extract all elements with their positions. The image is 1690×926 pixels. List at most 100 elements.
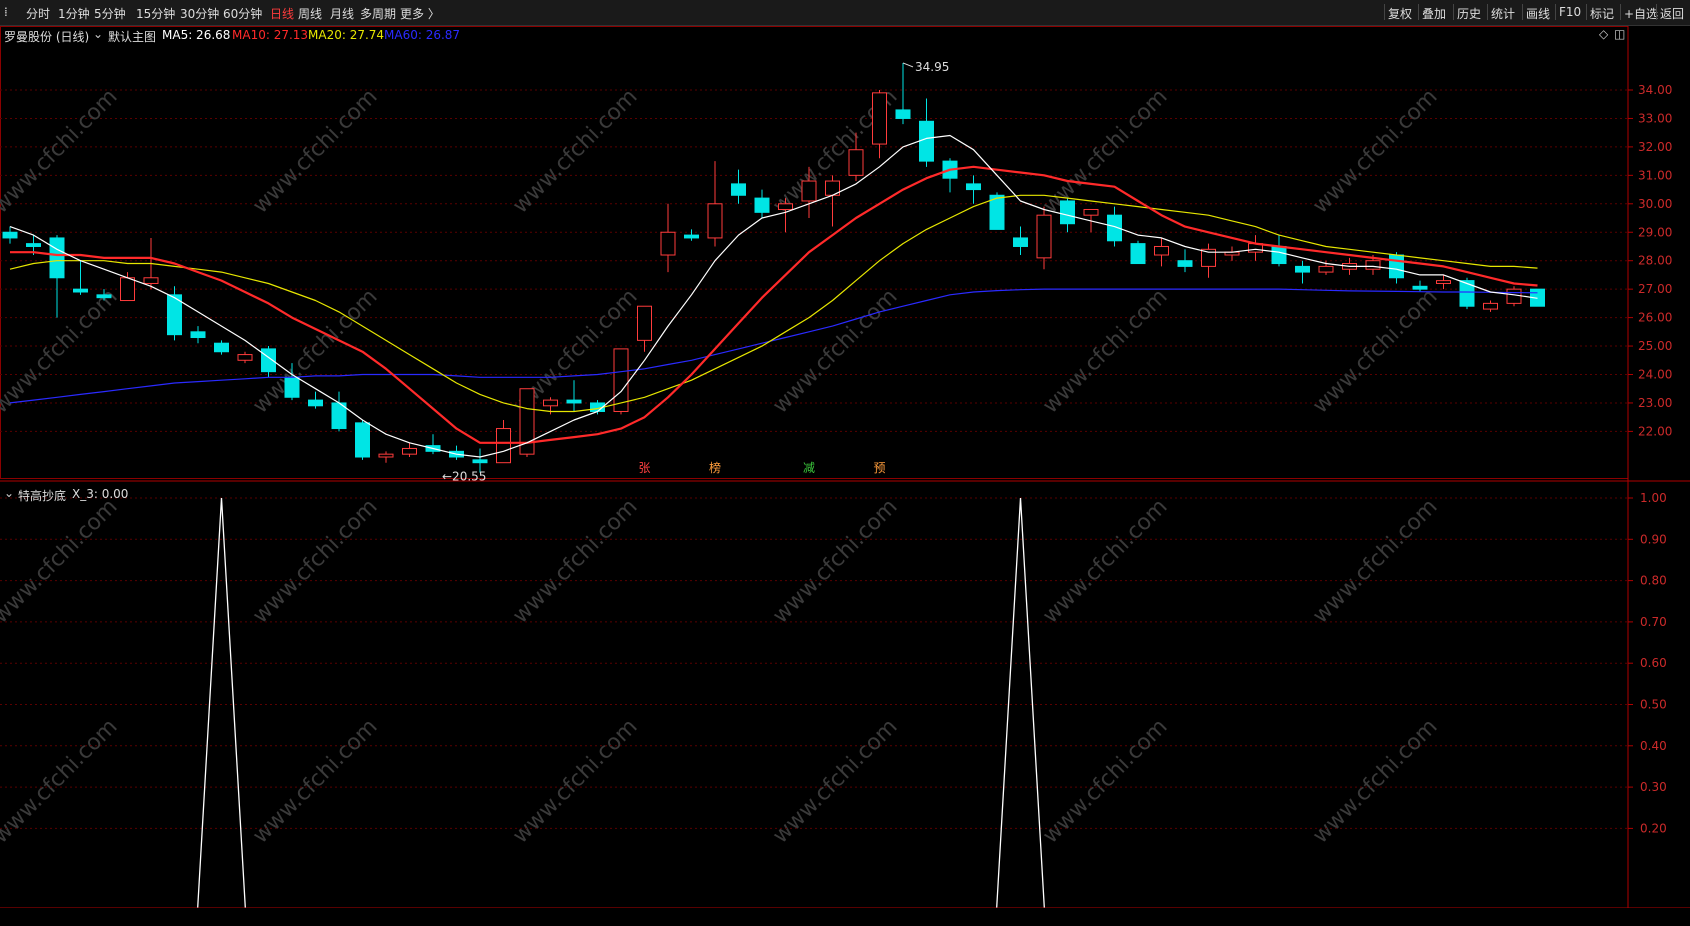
high-pointer <box>902 62 914 68</box>
candle-body <box>566 399 582 404</box>
candle-body <box>1389 254 1404 279</box>
candle-0 <box>2 226 18 244</box>
candle-63 <box>1483 300 1498 312</box>
candle-body <box>872 92 887 145</box>
toolbar-button-8[interactable]: 返回 <box>1660 5 1684 22</box>
toolbar-button-4[interactable]: 画线 <box>1526 5 1550 22</box>
candle-17 <box>402 442 417 458</box>
y-tick-label: 25.00 <box>1638 339 1672 353</box>
y-tick-label: 0.90 <box>1640 532 1667 546</box>
candle-38 <box>895 62 911 125</box>
candle-14 <box>331 391 347 432</box>
high-price-label: 34.95 <box>915 60 949 74</box>
watermark-text: www.cfchi.com <box>1038 284 1172 418</box>
period-tab-2[interactable]: 5分钟 <box>94 5 126 22</box>
event-marker-1[interactable]: 榜 <box>709 460 721 475</box>
watermark-text: www.cfchi.com <box>1308 494 1442 628</box>
candle-body <box>308 399 323 407</box>
y-tick-label: 0.20 <box>1640 821 1667 835</box>
period-tab-0[interactable]: 分时 <box>26 5 50 22</box>
toolbar-button-6[interactable]: 标记 <box>1590 5 1614 22</box>
template-dropdown-icon[interactable]: ⌄ <box>93 27 103 41</box>
toolbar-button-1[interactable]: 叠加 <box>1422 5 1446 22</box>
candle-body <box>707 203 723 239</box>
candle-body <box>355 422 370 458</box>
candle-53 <box>1248 235 1263 261</box>
y-tick-label: 0.80 <box>1640 574 1667 588</box>
candle-body <box>378 453 394 458</box>
candle-9 <box>214 340 229 355</box>
top-toolbar: ⁞ 分时 1分钟 5分钟 15分钟 30分钟 60分钟 日线 周线 月线 多周期 更多 〉 复权 叠加 历史… <box>0 0 1690 26</box>
candle-body <box>1177 260 1193 267</box>
candle-24 <box>566 380 582 412</box>
candle-body <box>2 231 18 239</box>
period-tab-8[interactable]: 月线 <box>330 5 354 22</box>
event-marker-3[interactable]: 预 <box>873 461 885 475</box>
candle-body <box>1295 265 1310 273</box>
period-tab-5[interactable]: 60分钟 <box>223 5 262 22</box>
template-name[interactable]: 默认主图 <box>108 28 156 45</box>
candle-51 <box>1201 243 1216 278</box>
watermark-text: www.cfchi.com <box>248 494 382 628</box>
diamond-icon[interactable]: ◇ <box>1599 27 1608 41</box>
candle-body <box>1506 288 1522 304</box>
candle-body <box>1318 265 1334 273</box>
period-tab-1[interactable]: 1分钟 <box>58 5 90 22</box>
main-panel-frame <box>0 26 1629 479</box>
y-tick-label: 0.70 <box>1640 615 1667 629</box>
period-tab-7[interactable]: 周线 <box>298 5 322 22</box>
candle-body <box>848 149 864 176</box>
toolbar-button-2[interactable]: 历史 <box>1457 5 1481 22</box>
candle-13 <box>308 391 323 409</box>
period-tab-3[interactable]: 15分钟 <box>136 5 175 22</box>
watermark-text: www.cfchi.com <box>248 84 382 218</box>
candle-27 <box>637 305 652 352</box>
candle-39 <box>919 98 934 167</box>
low-price-label: ←20.55 <box>442 470 486 484</box>
period-tab-4[interactable]: 30分钟 <box>180 5 219 22</box>
candle-body <box>684 234 699 239</box>
candle-7 <box>167 286 182 341</box>
candle-body <box>919 120 934 162</box>
candle-body <box>1130 243 1146 265</box>
toolbar-button-7[interactable]: +自选 <box>1624 5 1658 22</box>
toolbar-separator <box>1418 4 1419 20</box>
toolbar-separator <box>1453 4 1454 20</box>
ma5-line <box>9 134 1538 458</box>
candle-16 <box>378 451 394 463</box>
candle-30 <box>707 161 723 247</box>
event-marker-0[interactable]: 张 <box>638 461 650 475</box>
candle-3 <box>73 260 88 295</box>
x3-signal-line <box>197 497 1045 908</box>
candle-body <box>214 342 229 353</box>
candle-50 <box>1177 249 1193 273</box>
candle-body <box>1083 208 1099 216</box>
toolbar-button-3[interactable]: 统计 <box>1491 5 1515 22</box>
period-tab-10[interactable]: 更多 〉 <box>400 5 440 22</box>
panel-toggle-icon[interactable]: ◫ <box>1614 27 1625 41</box>
y-tick-label: 0.60 <box>1640 656 1667 670</box>
candles <box>2 62 1545 473</box>
candle-body <box>1365 260 1381 270</box>
toolbar-button-5[interactable]: F10 <box>1559 5 1581 19</box>
toolbar-grip-icon[interactable]: ⁞ <box>4 5 8 19</box>
candle-body <box>543 399 558 407</box>
ma-legend-3: MA60: 26.87 <box>384 28 461 42</box>
candle-body <box>472 459 488 464</box>
indicator-dropdown-icon[interactable]: ⌄ <box>4 486 14 500</box>
period-tab-9[interactable]: 多周期 <box>360 5 396 22</box>
toolbar-separator <box>1384 4 1385 20</box>
watermark-text: www.cfchi.com <box>1038 84 1172 218</box>
candle-body <box>1036 214 1052 259</box>
event-marker-2[interactable]: 减 <box>803 461 815 475</box>
indicator-title[interactable]: 特高抄底 <box>18 487 66 504</box>
candle-41 <box>966 175 981 204</box>
candle-21 <box>496 420 511 464</box>
candle-body <box>49 237 65 279</box>
toolbar-button-0[interactable]: 复权 <box>1388 5 1412 22</box>
indicator-value: X_3: 0.00 <box>72 487 129 501</box>
period-tab-6[interactable]: 日线 <box>270 5 294 22</box>
chart-canvas: 34.00 33.00 32.00 31.00 30.00 29.00 28.00 27.00… <box>0 26 1690 908</box>
candle-body <box>1060 200 1075 225</box>
candle-55 <box>1295 260 1310 284</box>
